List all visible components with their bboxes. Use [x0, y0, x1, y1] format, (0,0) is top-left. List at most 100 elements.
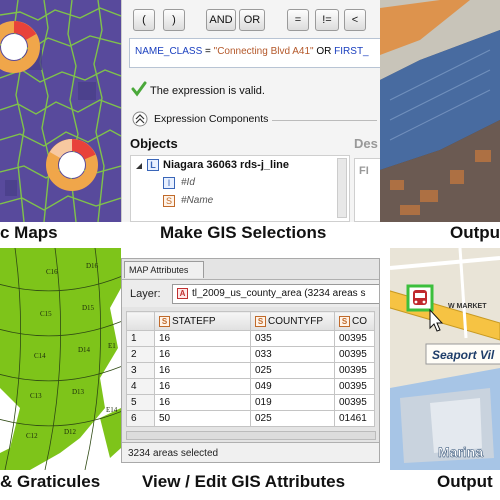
layer-select-value: tl_2009_us_county_area (3234 areas s — [192, 288, 366, 299]
string-field-icon: S — [163, 195, 175, 207]
cell-countyfp[interactable]: 049 — [250, 378, 335, 395]
or-button[interactable]: OR — [239, 9, 265, 31]
attributes-table[interactable]: S STATEFP S COUNTYFP S CO 1 16 035 00395 2 … — [126, 311, 375, 427]
grat-label: D13 — [72, 388, 85, 396]
open-paren-button[interactable]: ( — [133, 9, 155, 31]
thematic-map-image — [0, 0, 121, 222]
street-map-image: W MARKET Seaport Vil Marina — [390, 248, 500, 470]
cell-co[interactable]: 01461 — [334, 410, 375, 427]
row-number: 5 — [126, 394, 155, 411]
cell-countyfp[interactable]: 025 — [250, 410, 335, 427]
horizontal-scrollbar[interactable] — [126, 431, 376, 440]
caption-output-top: Outpu — [450, 223, 500, 242]
table-row[interactable]: 1 16 035 00395 — [126, 330, 375, 347]
train-icon — [413, 290, 427, 305]
cell-statefp[interactable]: 16 — [154, 362, 251, 379]
area-label: Marina — [438, 444, 483, 460]
close-paren-button[interactable]: ) — [163, 9, 185, 31]
string-field-icon: S — [339, 315, 350, 327]
tree-field-id[interactable]: #Id — [181, 177, 195, 188]
grat-label: C16 — [46, 268, 58, 276]
collapse-chevron-icon[interactable] — [132, 111, 148, 127]
expression-field: NAME_CLASS — [135, 46, 203, 57]
grat-label: E14 — [106, 406, 118, 414]
grat-label: D15 — [82, 304, 95, 312]
layer-select[interactable]: Atl_2009_us_county_area (3234 areas s — [172, 284, 379, 304]
cell-co[interactable]: 00395 — [334, 330, 375, 347]
expression-input[interactable]: NAME_CLASS = "Connecting Blvd A41" OR FI… — [129, 38, 380, 68]
layer-row: Layer: Atl_2009_us_county_area (3234 are… — [122, 279, 379, 307]
expand-triangle-icon[interactable] — [135, 162, 143, 170]
grat-label: D12 — [64, 428, 77, 436]
cell-co[interactable]: 00395 — [334, 394, 375, 411]
tree-field-name[interactable]: #Name — [181, 195, 213, 206]
area-layer-icon: A — [177, 288, 188, 299]
cell-countyfp[interactable]: 019 — [250, 394, 335, 411]
expression-conjunction: OR — [316, 46, 332, 57]
street-label: W MARKET — [448, 303, 487, 310]
cell-statefp[interactable]: 16 — [154, 394, 251, 411]
cell-countyfp[interactable]: 033 — [250, 346, 335, 363]
grat-label: C15 — [40, 310, 52, 318]
row-number-header — [126, 311, 155, 331]
table-row[interactable]: 5 16 019 00395 — [126, 394, 375, 411]
row-number: 2 — [126, 346, 155, 363]
cell-statefp[interactable]: 50 — [154, 410, 251, 427]
table-row[interactable]: 6 50 025 01461 — [126, 410, 375, 427]
valid-message: The expression is valid. — [150, 85, 265, 97]
caption-view-edit-attributes: View / Edit GIS Attributes — [142, 472, 346, 491]
column-header-co[interactable]: S CO — [334, 311, 375, 331]
screenshot-root: { "captions": { "thematic_maps": "c Maps… — [0, 0, 500, 500]
street-map-panel: W MARKET Seaport Vil Marina — [390, 248, 500, 470]
and-button[interactable]: AND — [206, 9, 236, 31]
checkmark-icon — [131, 81, 147, 97]
row-number: 6 — [126, 410, 155, 427]
column-header-statefp[interactable]: S STATEFP — [154, 311, 251, 331]
expression-operator: = — [205, 46, 211, 57]
divider — [272, 120, 377, 121]
cell-co[interactable]: 00395 — [334, 346, 375, 363]
row-number: 1 — [126, 330, 155, 347]
place-label: Seaport Vil — [432, 348, 495, 362]
aerial-output-image — [380, 0, 500, 222]
not-equals-button[interactable]: != — [315, 9, 339, 31]
caption-output-bottom: Output — [437, 472, 493, 491]
less-than-button[interactable]: < — [344, 9, 366, 31]
caption-make-selections: Make GIS Selections — [160, 223, 327, 242]
objects-heading: Objects — [130, 136, 178, 151]
objects-tree[interactable]: L Niagara 36063 rds-j_line I #Id S #Name — [130, 155, 350, 222]
expression-tail: FIRST_ — [334, 46, 369, 57]
tab-map-attributes[interactable]: MAP Attributes — [124, 261, 204, 278]
table-row[interactable]: 3 16 025 00395 — [126, 362, 375, 379]
row-number: 3 — [126, 362, 155, 379]
cell-countyfp[interactable]: 025 — [250, 362, 335, 379]
table-row[interactable]: 4 16 049 00395 — [126, 378, 375, 395]
cell-statefp[interactable]: 16 — [154, 346, 251, 363]
table-header-row: S STATEFP S COUNTYFP S CO — [126, 311, 375, 331]
expression-components-label: Expression Components — [154, 113, 269, 125]
grat-label: C14 — [34, 352, 46, 360]
attributes-window: MAP Attributes Layer: Atl_2009_us_county… — [121, 258, 380, 463]
expression-builder-panel: ( ) AND OR = != < NAME_CLASS = "Connecti… — [121, 0, 380, 222]
graticules-map-image: C16 D16 C15 D15 C14 D14 C13 D13 C12 D12 … — [0, 248, 121, 470]
cell-co[interactable]: 00395 — [334, 378, 375, 395]
cell-countyfp[interactable]: 035 — [250, 330, 335, 347]
tree-root-label[interactable]: Niagara 36063 rds-j_line — [163, 159, 289, 171]
output-aerial-panel — [380, 0, 500, 222]
grat-label: C12 — [26, 432, 38, 440]
description-pane: FI — [354, 158, 380, 222]
row-number: 4 — [126, 378, 155, 395]
caption-graticules: & Graticules — [0, 472, 101, 491]
string-field-icon: S — [159, 315, 170, 327]
table-row[interactable]: 2 16 033 00395 — [126, 346, 375, 363]
line-layer-icon: L — [147, 159, 159, 171]
grat-label: C13 — [30, 392, 42, 400]
grat-label: D16 — [86, 262, 99, 270]
cell-statefp[interactable]: 16 — [154, 330, 251, 347]
string-field-icon: S — [255, 315, 266, 327]
tree-scrollbar[interactable] — [337, 158, 347, 218]
cell-co[interactable]: 00395 — [334, 362, 375, 379]
cell-statefp[interactable]: 16 — [154, 378, 251, 395]
equals-button[interactable]: = — [287, 9, 309, 31]
column-header-countyfp[interactable]: S COUNTYFP — [250, 311, 335, 331]
